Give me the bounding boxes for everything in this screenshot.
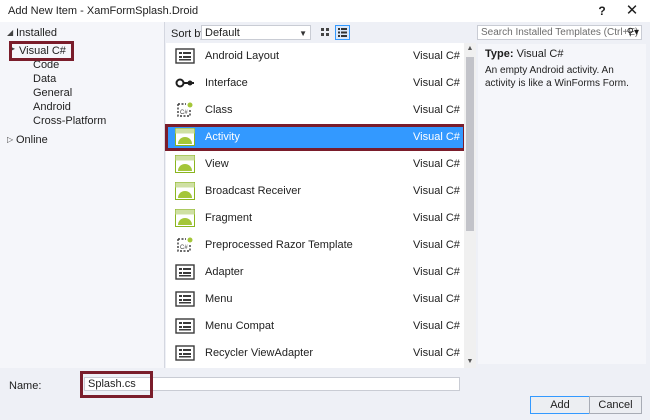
template-row[interactable]: Recycler ViewAdapter Visual C#	[166, 340, 464, 367]
grid-view-icon	[321, 28, 329, 36]
template-row[interactable]: Menu Visual C#	[166, 286, 464, 313]
template-row[interactable]: Interface Visual C#	[166, 70, 464, 97]
expand-arrow-icon[interactable]: ▷	[7, 135, 13, 144]
template-language: Visual C#	[413, 266, 460, 278]
help-button[interactable]: ?	[593, 3, 611, 19]
chevron-down-icon: ▼	[299, 29, 307, 38]
add-button[interactable]: Add	[530, 396, 590, 414]
template-language: Visual C#	[413, 158, 460, 170]
search-input[interactable]: Search Installed Templates (Ctrl+E) ⚲▾	[477, 25, 642, 40]
expand-arrow-icon[interactable]: ▸	[11, 44, 15, 53]
template-language: Visual C#	[413, 239, 460, 251]
template-name: Recycler ViewAdapter	[205, 347, 314, 359]
template-row[interactable]: Broadcast Receiver Visual C#	[166, 178, 464, 205]
template-row[interactable]: Menu Compat Visual C#	[166, 313, 464, 340]
scroll-down-icon[interactable]: ▼	[464, 356, 476, 368]
template-language: Visual C#	[413, 131, 460, 143]
template-name: Class	[205, 104, 233, 116]
layout-icon	[175, 47, 195, 65]
class-icon: C#	[175, 101, 195, 119]
svg-text:C#: C#	[180, 110, 188, 116]
tree-item-installed[interactable]: Installed	[16, 26, 57, 40]
android-icon	[175, 209, 195, 227]
tree-item-general[interactable]: General	[33, 86, 72, 100]
layout-icon	[175, 317, 195, 335]
template-language: Visual C#	[413, 104, 460, 116]
template-name: Adapter	[205, 266, 244, 278]
template-name: Interface	[205, 77, 248, 89]
template-list-scrollbar[interactable]: ▲ ▼	[464, 43, 476, 368]
template-row[interactable]: C# Class Visual C#	[166, 97, 464, 124]
template-name: Preprocessed Razor Template	[205, 239, 353, 251]
template-language: Visual C#	[413, 185, 460, 197]
template-name: Broadcast Receiver	[205, 185, 301, 197]
template-name: Menu	[205, 293, 233, 305]
tree-item-data[interactable]: Data	[33, 72, 56, 86]
details-type-label: Type:	[485, 48, 514, 60]
search-placeholder: Search Installed Templates (Ctrl+E)	[481, 27, 639, 38]
template-language: Visual C#	[413, 320, 460, 332]
template-row[interactable]: Fragment Visual C#	[166, 205, 464, 232]
sort-by-select[interactable]: Default ▼	[201, 25, 311, 40]
template-name: Menu Compat	[205, 320, 275, 332]
grid-view-button[interactable]	[318, 25, 333, 40]
template-name: Fragment	[205, 212, 253, 224]
template-list: Android Layout Visual C# Interface Visual C…	[166, 43, 464, 368]
tree-item-online[interactable]: Online	[16, 133, 48, 147]
layout-icon	[175, 263, 195, 281]
template-language: Visual C#	[413, 77, 460, 89]
collapse-arrow-icon[interactable]: ◢	[7, 28, 13, 37]
template-row[interactable]: Adapter Visual C#	[166, 259, 464, 286]
sort-by-value: Default	[205, 27, 240, 39]
template-language: Visual C#	[413, 347, 460, 359]
window-title: Add New Item - XamFormSplash.Droid	[8, 5, 199, 17]
scroll-up-icon[interactable]: ▲	[464, 43, 476, 55]
template-name: Activity	[205, 131, 240, 143]
interface-icon	[175, 74, 195, 92]
title-bar: Add New Item - XamFormSplash.Droid ? ✕	[0, 0, 650, 22]
details-panel: Type: Visual C# An empty Android activit…	[478, 44, 646, 364]
details-type: Type: Visual C#	[485, 48, 563, 60]
tree-item-cross-platform[interactable]: Cross-Platform	[33, 114, 106, 128]
template-row[interactable]: C# Preprocessed Razor Template Visual C#	[166, 232, 464, 259]
android-icon	[175, 128, 195, 146]
template-row[interactable]: Activity Visual C#	[166, 124, 464, 151]
template-name: Android Layout	[205, 50, 279, 62]
android-icon	[175, 182, 195, 200]
scroll-thumb[interactable]	[466, 57, 474, 231]
tree-item-android[interactable]: Android	[33, 100, 71, 114]
template-language: Visual C#	[413, 293, 460, 305]
layout-icon	[175, 344, 195, 362]
template-row[interactable]: View Visual C#	[166, 151, 464, 178]
template-row[interactable]: Android Layout Visual C#	[166, 43, 464, 70]
template-language: Visual C#	[413, 212, 460, 224]
list-view-icon	[338, 28, 347, 37]
tree-item-visual-csharp[interactable]: Visual C#	[19, 44, 66, 58]
layout-icon	[175, 290, 195, 308]
details-type-value: Visual C#	[516, 48, 564, 60]
svg-text:C#: C#	[180, 245, 188, 251]
name-input[interactable]: Splash.cs	[84, 377, 460, 391]
list-view-button[interactable]	[335, 25, 350, 40]
category-tree: ◢ Installed ▸ Visual C# Code Data Genera…	[0, 22, 165, 368]
cancel-button[interactable]: Cancel	[589, 396, 642, 414]
android-icon	[175, 155, 195, 173]
details-description: An empty Android activity. An activity i…	[485, 65, 629, 89]
template-language: Visual C#	[413, 50, 460, 62]
template-name: View	[205, 158, 229, 170]
class-icon: C#	[175, 236, 195, 254]
close-button[interactable]: ✕	[623, 3, 641, 19]
tree-item-code[interactable]: Code	[33, 58, 59, 72]
search-icon[interactable]: ⚲▾	[627, 26, 639, 39]
name-label: Name:	[9, 380, 42, 392]
